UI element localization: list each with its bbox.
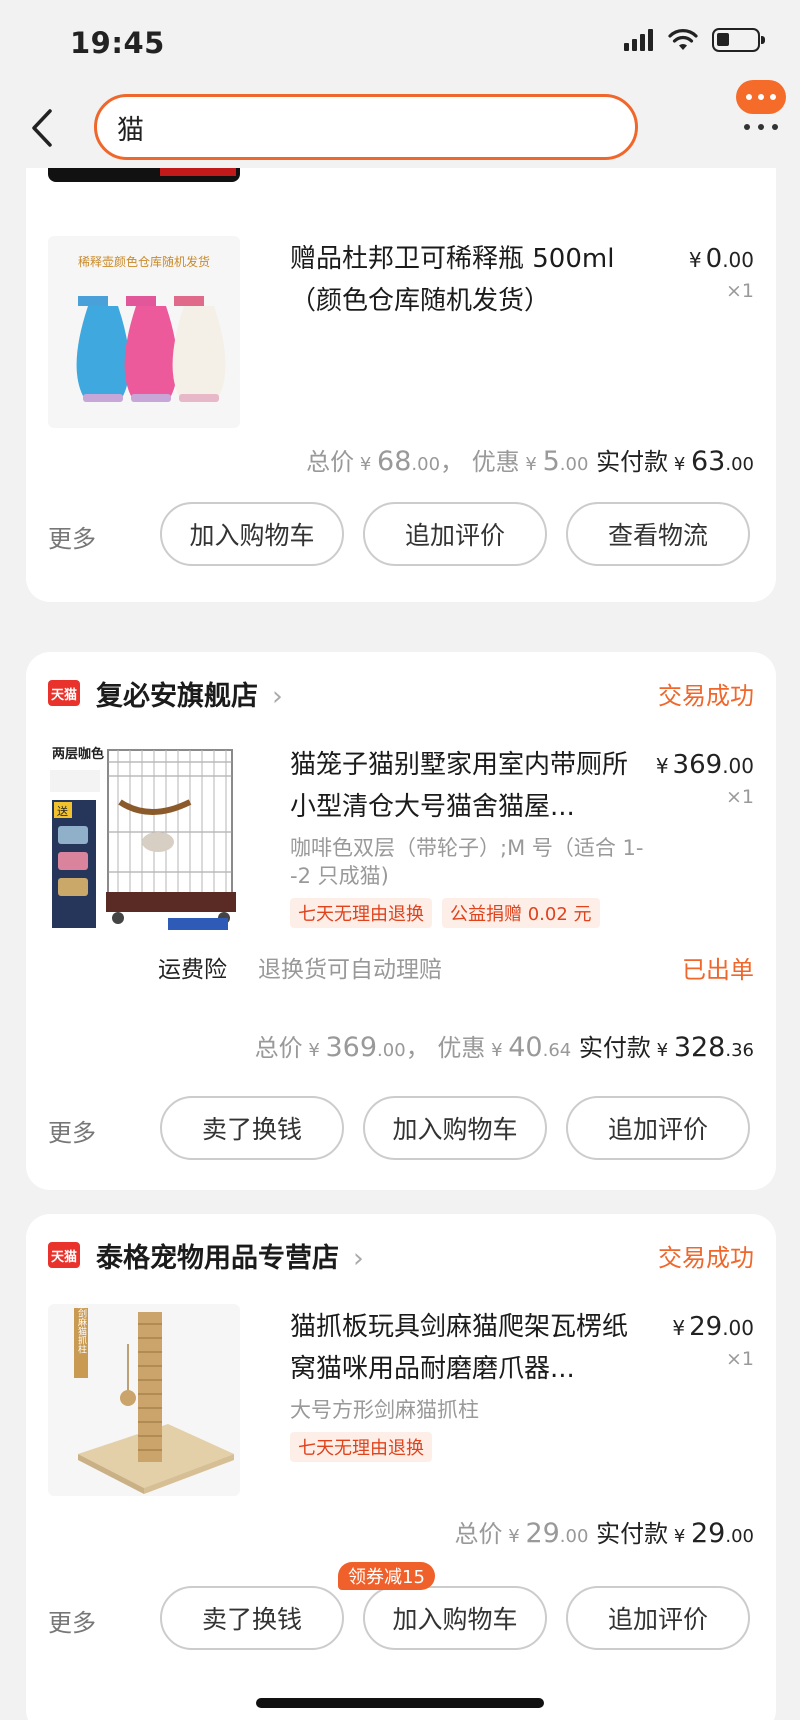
view-logistics-button[interactable]: 查看物流	[566, 502, 750, 566]
product-image-caption: 稀释壶颜色仓库随机发货	[78, 254, 210, 269]
more-link[interactable]: 更多	[48, 1113, 96, 1148]
store-header[interactable]: 天猫 泰格宠物用品专营店 › 交易成功	[48, 1236, 754, 1276]
orders-list[interactable]: 稀释壶颜色仓库随机发货 赠品杜邦卫可稀释瓶 500ml（颜色仓库随机发货） ¥0…	[0, 168, 800, 1720]
add-to-cart-button[interactable]: 加入购物车	[160, 502, 344, 566]
coupon-badge[interactable]: 领券减15	[338, 1562, 435, 1590]
battery-icon	[712, 28, 765, 52]
tag-return-policy: 七天无理由退换	[290, 898, 432, 928]
order-status: 交易成功	[658, 682, 754, 710]
product-image: 两层咖色 送	[48, 742, 240, 934]
order-card-2: 天猫 复必安旗舰店 › 交易成功 两层咖色 送 猫笼子猫别墅家用室内带厕所小型清…	[26, 652, 776, 1190]
store-name[interactable]: 泰格宠物用品专营店 ›	[96, 1236, 364, 1275]
add-review-button[interactable]: 追加评价	[566, 1096, 750, 1160]
order-totals: 总价 ¥ 68.00， 优惠 ¥ 5.00 实付款 ¥ 63.00	[306, 446, 754, 477]
home-indicator	[256, 1698, 544, 1708]
order-actions: 更多 加入购物车 追加评价 查看物流	[26, 502, 776, 568]
product-title: 猫笼子猫别墅家用室内带厕所小型清仓大号猫舍猫屋...	[290, 750, 629, 822]
system-icons	[624, 28, 765, 52]
wifi-icon	[668, 29, 698, 50]
store-name[interactable]: 复必安旗舰店 ›	[96, 674, 283, 713]
order-totals: 总价 ¥ 369.00， 优惠 ¥ 40.64 实付款 ¥ 328.36	[254, 1032, 754, 1063]
product-image: 方形剑麻猫抓柱	[48, 1304, 240, 1496]
more-dots-icon	[736, 124, 786, 130]
shipping-insurance[interactable]: 运费险 退换货可自动理赔 已出单	[48, 950, 754, 986]
add-to-cart-button[interactable]: 加入购物车	[363, 1586, 547, 1650]
tmall-logo: 天猫	[48, 680, 80, 706]
back-button[interactable]	[22, 103, 66, 153]
product-image: 稀释壶颜色仓库随机发货	[48, 236, 240, 428]
product-image-badge: 送	[57, 804, 68, 818]
product-title: 赠品杜邦卫可稀释瓶 500ml（颜色仓库随机发货）	[290, 244, 615, 316]
tag-charity: 公益捐赠 0.02 元	[442, 898, 600, 928]
insurance-description: 退换货可自动理赔	[258, 957, 442, 983]
insurance-label: 运费险	[158, 957, 227, 983]
product-sku: 咖啡色双层（带轮子）;M 号（适合 1--2 只成猫)	[290, 836, 644, 888]
product-quantity: ×1	[725, 1348, 754, 1370]
more-link[interactable]: 更多	[48, 519, 96, 554]
product-title: 猫抓板玩具剑麻猫爬架瓦楞纸窝猫咪用品耐磨磨爪器...	[290, 1312, 629, 1384]
chevron-left-icon	[32, 109, 52, 147]
product-quantity: ×1	[725, 280, 754, 302]
product-tags: 七天无理由退换	[290, 1432, 432, 1462]
product-image-caption: 方形剑麻猫抓柱	[76, 1304, 87, 1354]
order-card-1: 稀释壶颜色仓库随机发货 赠品杜邦卫可稀释瓶 500ml（颜色仓库随机发货） ¥0…	[26, 168, 776, 602]
add-review-button[interactable]: 追加评价	[566, 1586, 750, 1650]
order-totals: 总价 ¥ 29.00 实付款 ¥ 29.00	[454, 1518, 754, 1549]
previous-product-thumbnail[interactable]	[48, 168, 240, 182]
search-query: 猫	[117, 114, 144, 146]
order-card-3: 天猫 泰格宠物用品专营店 › 交易成功 方形剑麻猫抓柱 猫抓板玩具剑麻猫爬架瓦楞…	[26, 1214, 776, 1720]
order-product[interactable]: 稀释壶颜色仓库随机发货 赠品杜邦卫可稀释瓶 500ml（颜色仓库随机发货） ¥0…	[48, 236, 754, 432]
more-menu-button[interactable]	[736, 80, 786, 138]
more-link[interactable]: 更多	[48, 1603, 96, 1638]
status-bar: 19:45	[0, 0, 800, 88]
resell-button[interactable]: 卖了换钱	[160, 1586, 344, 1650]
store-header[interactable]: 天猫 复必安旗舰店 › 交易成功	[48, 674, 754, 714]
product-quantity: ×1	[725, 786, 754, 808]
order-product[interactable]: 两层咖色 送 猫笼子猫别墅家用室内带厕所小型清仓大号猫舍猫屋... ¥ 369.…	[48, 742, 754, 938]
order-status: 交易成功	[658, 1244, 754, 1272]
search-input[interactable]: 猫	[94, 94, 638, 160]
product-price: ¥369.00	[655, 750, 754, 780]
chevron-right-icon: ›	[272, 681, 283, 712]
nav-bar: 猫	[0, 80, 800, 168]
order-product[interactable]: 方形剑麻猫抓柱 猫抓板玩具剑麻猫爬架瓦楞纸窝猫咪用品耐磨磨爪器... ¥29.0…	[48, 1304, 754, 1500]
product-price: ¥29.00	[672, 1312, 754, 1342]
chevron-right-icon: ›	[353, 1243, 364, 1274]
tmall-logo: 天猫	[48, 1242, 80, 1268]
order-actions: 更多 卖了换钱 加入购物车 追加评价	[26, 1096, 776, 1162]
cellular-signal-icon	[624, 29, 653, 51]
product-image-caption: 两层咖色	[52, 746, 104, 762]
product-price: ¥0.00	[688, 244, 754, 274]
add-to-cart-button[interactable]: 加入购物车	[363, 1096, 547, 1160]
product-sku: 大号方形剑麻猫抓柱	[290, 1398, 479, 1422]
resell-button[interactable]: 卖了换钱	[160, 1096, 344, 1160]
status-time: 19:45	[70, 26, 165, 60]
order-actions: 领券减15 更多 卖了换钱 加入购物车 追加评价	[26, 1562, 776, 1652]
add-review-button[interactable]: 追加评价	[363, 502, 547, 566]
product-tags: 七天无理由退换 公益捐赠 0.02 元	[290, 898, 600, 928]
tag-return-policy: 七天无理由退换	[290, 1432, 432, 1462]
insurance-status: 已出单	[682, 956, 754, 984]
message-bubble-icon	[736, 80, 786, 114]
